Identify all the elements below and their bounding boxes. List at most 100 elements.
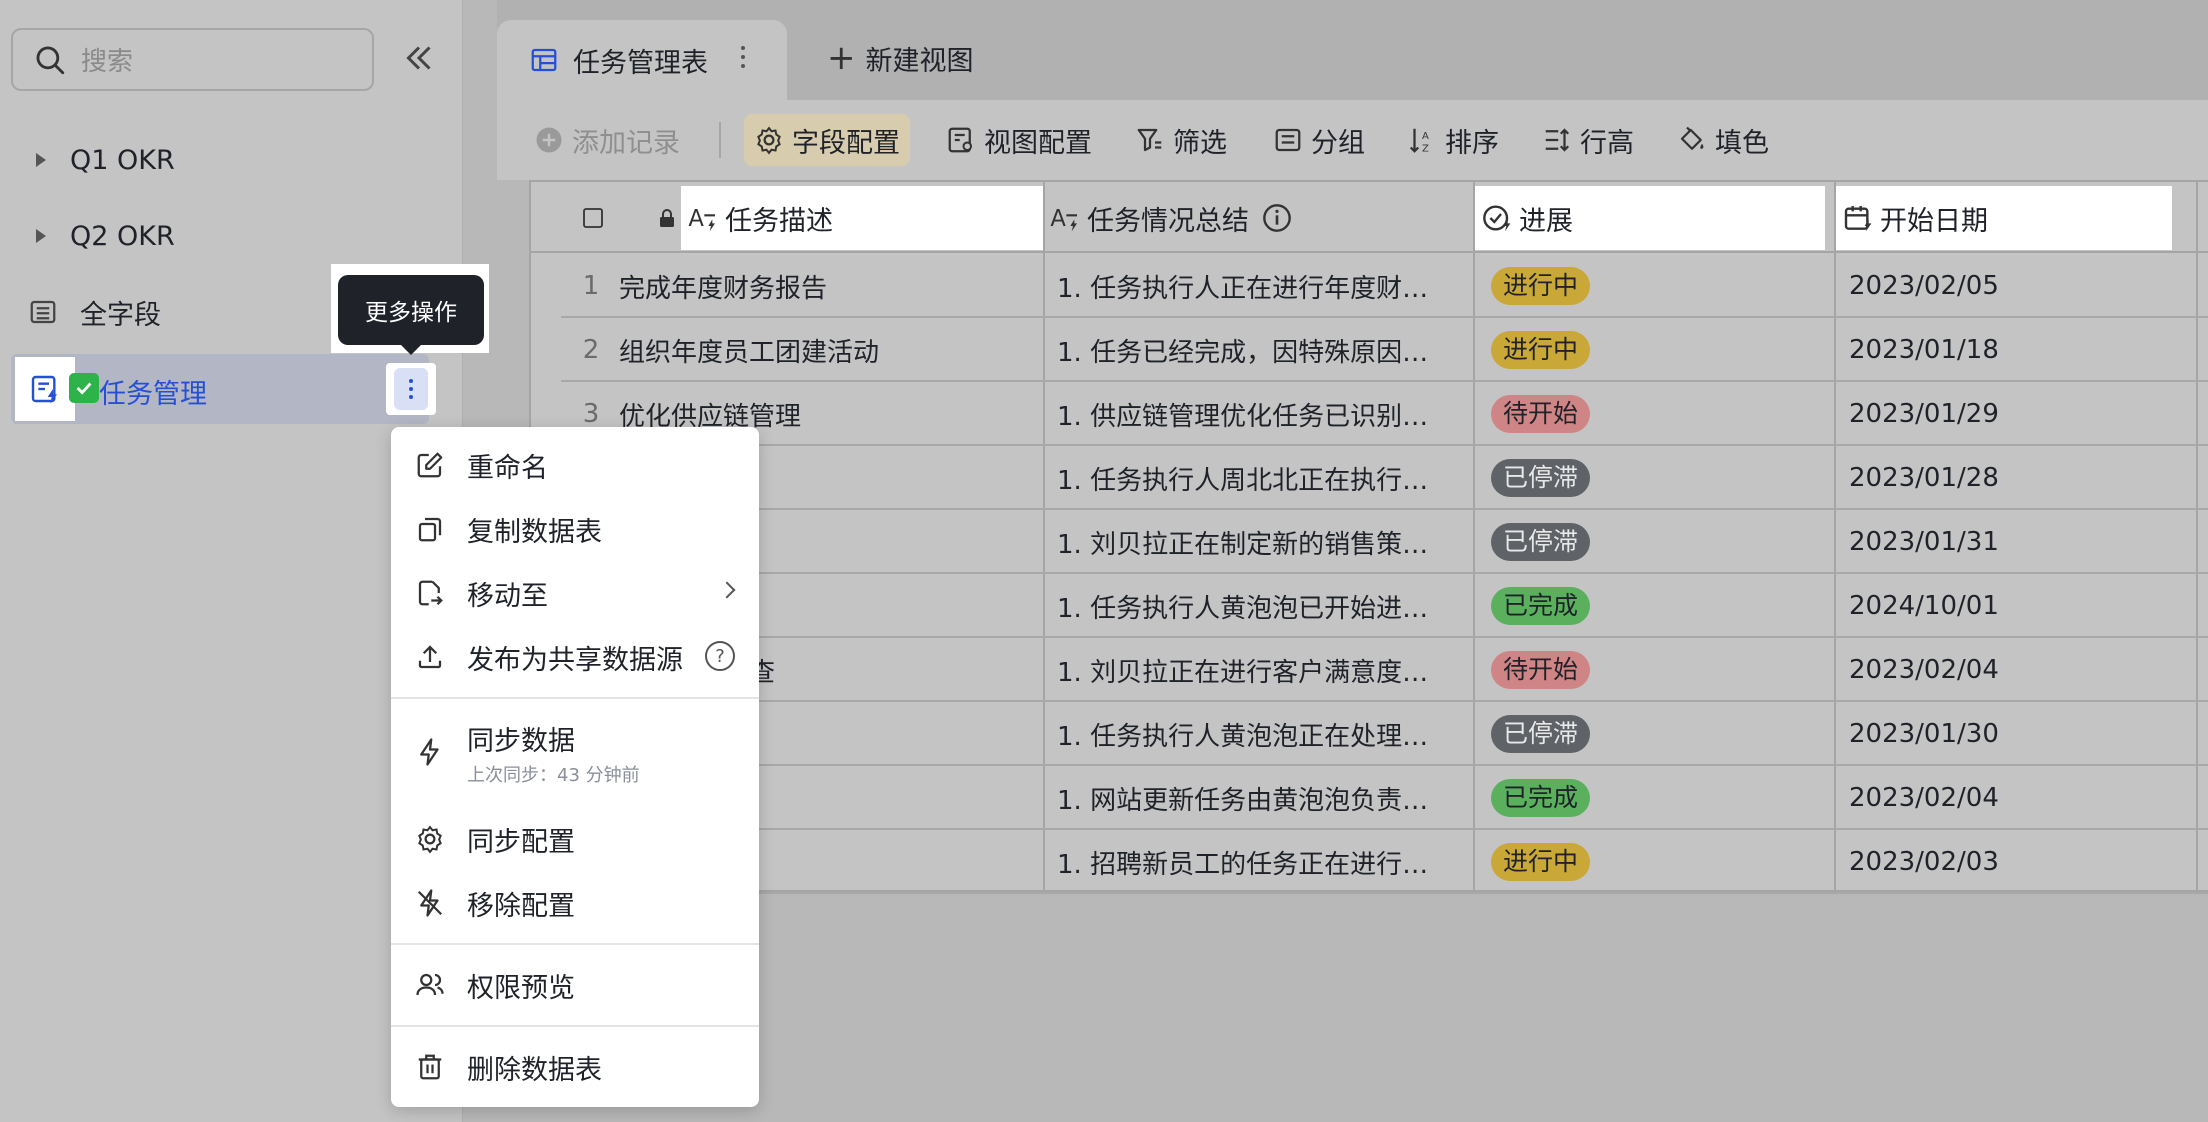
search-box[interactable]: 搜索 xyxy=(11,28,374,91)
sort-button[interactable]: AZ 排序 xyxy=(1397,114,1509,166)
column-header-task-desc[interactable]: A 任务描述 xyxy=(681,186,1043,250)
cell-start-date[interactable]: 2023/01/28 xyxy=(1849,446,2169,510)
info-icon[interactable] xyxy=(1261,202,1293,234)
table-row[interactable]: 10员工1. 招聘新员工的任务正在进行…进行中2023/02/03 xyxy=(561,830,2208,894)
status-field-icon xyxy=(1483,205,1511,232)
cell-task-summary[interactable]: 1. 刘贝拉正在进行客户满意度… xyxy=(1057,638,1457,702)
date-field-icon xyxy=(1844,206,1872,232)
cell-task-summary[interactable]: 1. 网站更新任务由黄泡泡负责… xyxy=(1057,766,1457,830)
cell-progress[interactable]: 已停滞 xyxy=(1491,702,1811,766)
menu-item-duplicate[interactable]: 复制数据表 xyxy=(391,499,759,559)
tab-task-table[interactable]: 任务管理表 xyxy=(497,20,787,100)
group-button[interactable]: 分组 xyxy=(1263,114,1375,166)
cell-task-summary[interactable]: 1. 任务执行人正在进行年度财… xyxy=(1057,254,1457,318)
filter-button[interactable]: 筛选 xyxy=(1125,114,1237,166)
menu-item-delete[interactable]: 删除数据表 xyxy=(391,1037,759,1097)
field-config-label: 字段配置 xyxy=(792,127,900,159)
cell-task-summary[interactable]: 1. 供应链管理优化任务已识别… xyxy=(1057,382,1457,446)
cell-task-desc[interactable]: 组织年度员工团建活动 xyxy=(619,318,1029,382)
header-divider xyxy=(529,251,2208,253)
cell-progress[interactable]: 已完成 xyxy=(1491,766,1811,830)
column-header-task-summary[interactable]: A 任务情况总结 xyxy=(1043,186,1463,250)
menu-item-permission-preview[interactable]: 权限预览 xyxy=(391,955,759,1015)
sidebar-item-q1-okr[interactable]: Q1 OKR xyxy=(0,125,463,195)
new-view-button[interactable]: + 新建视图 xyxy=(827,38,974,78)
cell-progress[interactable]: 待开始 xyxy=(1491,638,1811,702)
add-record-button[interactable]: 添加记录 xyxy=(524,114,690,166)
cell-progress[interactable]: 进行中 xyxy=(1491,254,1811,318)
cell-task-summary[interactable]: 1. 任务执行人黄泡泡已开始进… xyxy=(1057,574,1457,638)
table-row[interactable]: 9司网站1. 网站更新任务由黄泡泡负责…已完成2023/02/04 xyxy=(561,766,2208,830)
cell-start-date[interactable]: 2023/01/31 xyxy=(1849,510,2169,574)
table-row[interactable]: 4作环境1. 任务执行人周北北正在执行…已停滞2023/01/28 xyxy=(561,446,2208,510)
toolbar: 添加记录 字段配置 视图配置 筛选 分组 AZ 排序 行高 填色 xyxy=(497,100,2208,180)
sidebar-item-q2-okr[interactable]: Q2 OKR xyxy=(0,201,463,271)
cell-progress[interactable]: 已停滞 xyxy=(1491,446,1811,510)
expand-caret-icon[interactable] xyxy=(36,229,46,243)
fill-color-button[interactable]: 填色 xyxy=(1667,114,1779,166)
cell-start-date[interactable]: 2023/02/03 xyxy=(1849,830,2169,894)
help-icon[interactable]: ? xyxy=(705,641,735,671)
menu-item-remove-config[interactable]: 移除配置 xyxy=(391,873,759,933)
table-row[interactable]: 1 完成年度财务报告 1. 任务执行人正在进行年度财… 进行中 2023/02/05 xyxy=(561,254,2208,318)
table-row[interactable]: 3 优化供应链管理 1. 供应链管理优化任务已识别… 待开始 2023/01/29 xyxy=(561,382,2208,446)
cell-task-summary[interactable]: 1. 刘贝拉正在制定新的销售策… xyxy=(1057,510,1457,574)
row-height-button[interactable]: 行高 xyxy=(1532,114,1644,166)
group-label: 分组 xyxy=(1311,127,1365,159)
expand-caret-icon[interactable] xyxy=(36,153,46,167)
cell-progress[interactable]: 进行中 xyxy=(1491,830,1811,894)
svg-text:Z: Z xyxy=(1422,143,1429,154)
status-badge: 待开始 xyxy=(1491,395,1591,433)
more-actions-button[interactable] xyxy=(386,363,436,415)
cell-task-summary[interactable]: 1. 招聘新员工的任务正在进行… xyxy=(1057,830,1457,894)
menu-item-move-to[interactable]: 移动至 xyxy=(391,563,759,623)
status-badge: 进行中 xyxy=(1491,331,1591,369)
sidebar-item-task-management[interactable]: 任务管理 xyxy=(11,354,429,424)
data-grid: A 任务描述 A 任务情况总结 进展 开始日期 1 完成年度财务报告 1. 任务执行… xyxy=(529,180,2208,894)
view-config-button[interactable]: 视图配置 xyxy=(936,114,1102,166)
select-all-checkbox[interactable] xyxy=(575,186,611,250)
column-header-progress[interactable]: 进展 xyxy=(1475,186,1825,250)
table-row[interactable]: 8工培训1. 任务执行人黄泡泡正在处理…已停滞2023/01/30 xyxy=(561,702,2208,766)
synced-table-icon xyxy=(31,375,57,404)
menu-item-publish[interactable]: 发布为共享数据源 ? xyxy=(391,627,759,687)
plus-icon: + xyxy=(827,38,856,78)
menu-item-label: 移动至 xyxy=(467,580,548,612)
new-view-label: 新建视图 xyxy=(865,45,974,77)
collapse-sidebar-icon[interactable] xyxy=(401,40,437,76)
row-number[interactable]: 2 xyxy=(561,318,621,382)
cell-start-date[interactable]: 2023/02/04 xyxy=(1849,638,2169,702)
cell-task-summary[interactable]: 1. 任务执行人黄泡泡正在处理… xyxy=(1057,702,1457,766)
cell-task-summary[interactable]: 1. 任务执行人周北北正在执行… xyxy=(1057,446,1457,510)
cell-progress[interactable]: 已停滞 xyxy=(1491,510,1811,574)
table-row[interactable]: 7户满意度调查1. 刘贝拉正在进行客户满意度…待开始2023/02/04 xyxy=(561,638,2208,702)
table-row[interactable]: 2 组织年度员工团建活动 1. 任务已经完成，因特殊原因… 进行中 2023/01/18 xyxy=(561,318,2208,382)
cell-start-date[interactable]: 2023/01/18 xyxy=(1849,318,2169,382)
cell-start-date[interactable]: 2023/02/05 xyxy=(1849,254,2169,318)
add-circle-icon xyxy=(536,127,562,153)
tab-more-icon[interactable] xyxy=(741,46,745,68)
cell-progress[interactable]: 进行中 xyxy=(1491,318,1811,382)
checkbox-icon xyxy=(583,208,603,228)
cell-start-date[interactable]: 2023/01/29 xyxy=(1849,382,2169,446)
field-config-button[interactable]: 字段配置 xyxy=(744,114,910,166)
cell-progress[interactable]: 已完成 xyxy=(1491,574,1811,638)
search-icon xyxy=(36,46,65,74)
trash-icon xyxy=(418,1054,442,1080)
table-row[interactable]: 5的销售策略1. 刘贝拉正在制定新的销售策…已停滞2023/01/31 xyxy=(561,510,2208,574)
column-header-start-date[interactable]: 开始日期 xyxy=(1836,186,2172,250)
gear-icon xyxy=(757,126,781,155)
cell-start-date[interactable]: 2023/02/04 xyxy=(1849,766,2169,830)
cell-task-summary[interactable]: 1. 任务已经完成，因特殊原因… xyxy=(1057,318,1457,382)
cell-task-desc[interactable]: 完成年度财务报告 xyxy=(619,254,1029,318)
menu-item-rename[interactable]: 重命名 xyxy=(391,435,759,495)
cell-progress[interactable]: 待开始 xyxy=(1491,382,1811,446)
menu-item-sync-config[interactable]: 同步配置 xyxy=(391,809,759,869)
cell-start-date[interactable]: 2024/10/01 xyxy=(1849,574,2169,638)
ai-text-field-icon: A xyxy=(688,206,715,232)
cell-start-date[interactable]: 2023/01/30 xyxy=(1849,702,2169,766)
sort-icon: AZ xyxy=(1409,128,1429,154)
table-row[interactable]: 6产品1. 任务执行人黄泡泡已开始进…已完成2024/10/01 xyxy=(561,574,2208,638)
row-number[interactable]: 1 xyxy=(561,254,621,318)
menu-item-sync[interactable]: 同步数据 上次同步：43 分钟前 xyxy=(391,707,759,797)
